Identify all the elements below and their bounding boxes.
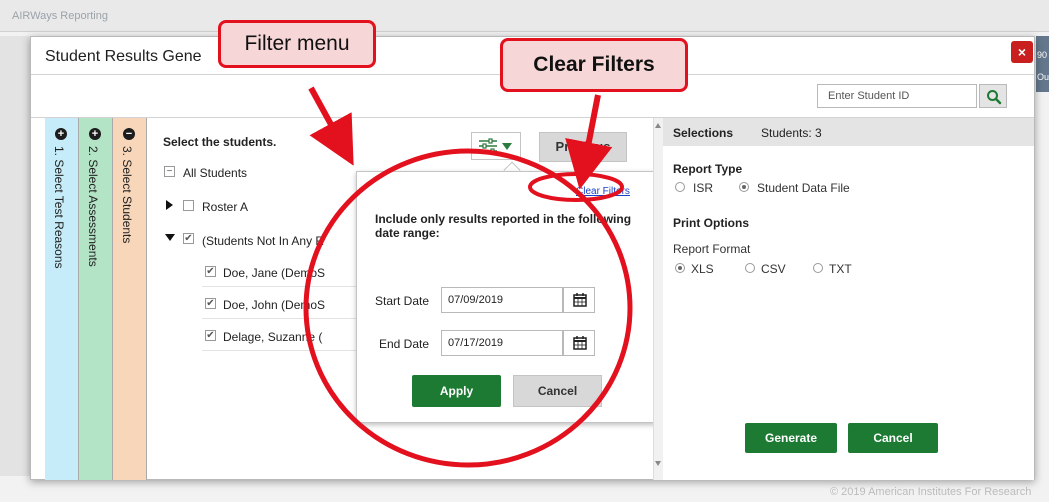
start-date-input[interactable] — [441, 287, 563, 313]
filter-menu-callout: Filter menu — [218, 20, 376, 68]
popover-cancel-button[interactable]: Cancel — [513, 375, 602, 407]
student-checkbox[interactable]: ✔ — [205, 330, 216, 341]
student-data-file-label: Student Data File — [757, 181, 850, 195]
students-panel: Select the students. Previous − All Stud… — [148, 118, 658, 480]
row-divider — [202, 318, 362, 319]
end-date-label: End Date — [379, 337, 430, 351]
scroll-up-icon[interactable] — [655, 123, 661, 128]
txt-label: TXT — [829, 262, 852, 276]
cancel-button[interactable]: Cancel — [848, 423, 938, 453]
csv-radio[interactable] — [745, 263, 755, 273]
filter-menu-button[interactable] — [471, 132, 521, 160]
isr-radio[interactable] — [675, 182, 685, 192]
collapse-all-checkbox[interactable]: − — [164, 166, 175, 177]
app-brand: AIRWays Reporting — [12, 10, 108, 22]
step-label: 1. Select Test Reasons — [52, 146, 66, 269]
app-right-text: 90 — [1037, 50, 1048, 60]
txt-radio[interactable] — [813, 263, 823, 273]
selections-header: Selections Students: 3 — [663, 118, 1034, 146]
not-in-roster-checkbox[interactable]: ✔ — [183, 233, 194, 244]
not-in-roster-label: (Students Not In Any R — [202, 234, 325, 248]
generate-button[interactable]: Generate — [745, 423, 837, 453]
student-id-input[interactable] — [817, 84, 977, 108]
start-date-calendar-button[interactable] — [563, 287, 595, 313]
start-date-label: Start Date — [375, 294, 430, 308]
app-sidebar — [0, 36, 30, 476]
student-checkbox[interactable]: ✔ — [205, 266, 216, 277]
previous-button[interactable]: Previous — [539, 132, 627, 162]
expand-triangle-icon[interactable] — [166, 200, 173, 210]
sliders-icon — [479, 138, 497, 154]
clear-filters-link[interactable]: Clear Filters — [576, 186, 630, 197]
selections-title: Selections — [673, 126, 734, 140]
clear-filters-callout: Clear Filters — [500, 38, 688, 92]
student-name: Doe, Jane (DemoS — [223, 266, 326, 280]
step-tab-assessments[interactable]: + 2. Select Assessments — [79, 118, 113, 480]
row-divider — [202, 350, 362, 351]
student-name: Delage, Suzanne ( — [223, 330, 323, 344]
copyright-footer: © 2019 American Institutes For Research — [830, 486, 1032, 498]
step-label: 3. Select Students — [120, 146, 134, 244]
student-results-modal: Student Results Gene × + 1. Select Test … — [30, 36, 1035, 480]
students-count: Students: 3 — [761, 126, 822, 140]
chevron-down-icon — [502, 143, 512, 150]
date-range-description: Include only results reported in the fol… — [375, 212, 632, 240]
student-checkbox[interactable]: ✔ — [205, 298, 216, 309]
print-options-title: Print Options — [673, 216, 749, 230]
roster-a-checkbox[interactable] — [183, 200, 194, 211]
end-date-calendar-button[interactable] — [563, 330, 595, 356]
calendar-icon — [573, 293, 587, 307]
xls-label: XLS — [691, 262, 714, 276]
filter-popover: Clear Filters Include only results repor… — [356, 171, 658, 423]
student-name: Doe, John (DemoS — [223, 298, 326, 312]
step-tab-test-reasons[interactable]: + 1. Select Test Reasons — [45, 118, 79, 480]
scroll-down-icon[interactable] — [655, 461, 661, 466]
report-type-title: Report Type — [673, 162, 743, 176]
row-divider — [202, 286, 362, 287]
selections-panel: Selections Students: 3 Report Type ISR S… — [663, 118, 1034, 480]
close-button[interactable]: × — [1011, 41, 1033, 63]
end-date-input[interactable] — [441, 330, 563, 356]
calendar-icon — [573, 336, 587, 350]
report-format-title: Report Format — [673, 242, 751, 256]
modal-title: Student Results Gene — [45, 48, 202, 65]
roster-a-label: Roster A — [202, 200, 249, 214]
step-tab-students[interactable]: − 3. Select Students — [113, 118, 147, 480]
plus-circle-icon: + — [89, 128, 101, 140]
collapse-triangle-icon[interactable] — [165, 234, 175, 241]
panel-title: Select the students. — [163, 135, 277, 149]
minus-circle-icon: − — [123, 128, 135, 140]
search-button[interactable] — [979, 84, 1007, 108]
app-right-text: Ou — [1037, 72, 1049, 82]
step-label: 2. Select Assessments — [86, 146, 100, 267]
app-header — [0, 0, 1049, 32]
xls-radio[interactable] — [675, 263, 685, 273]
all-students-label: All Students — [183, 166, 248, 180]
scrollbar[interactable] — [653, 118, 663, 480]
csv-label: CSV — [761, 262, 786, 276]
plus-circle-icon: + — [55, 128, 67, 140]
app-right-strip — [1036, 36, 1049, 92]
apply-button[interactable]: Apply — [412, 375, 501, 407]
search-icon — [987, 90, 1002, 105]
student-data-file-radio[interactable] — [739, 182, 749, 192]
isr-label: ISR — [693, 181, 714, 195]
